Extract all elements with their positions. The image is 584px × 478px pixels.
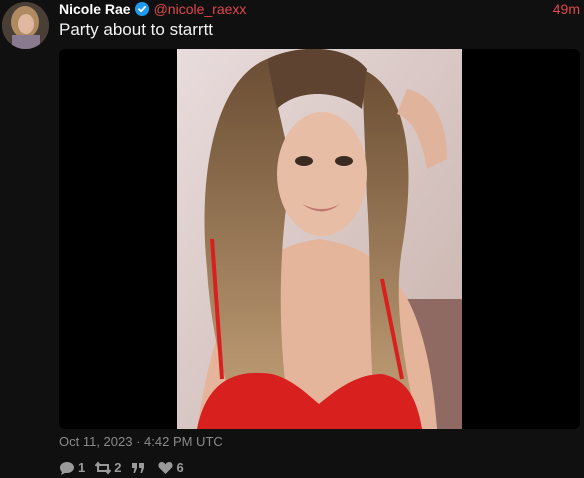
tweet-date[interactable]: Oct 11, 2023 · 4:42 PM UTC <box>59 434 223 449</box>
tweet-media[interactable] <box>59 49 580 429</box>
retweet-stat[interactable]: 2 <box>95 460 121 475</box>
tweet-header: Nicole Rae @nicole_raexx <box>59 0 246 18</box>
retweet-icon <box>95 460 112 475</box>
tweet-text: Party about to starrtt <box>59 20 214 39</box>
reply-icon <box>60 461 74 475</box>
author-avatar[interactable] <box>2 2 49 49</box>
retweet-count: 2 <box>114 460 122 475</box>
author-handle[interactable]: @nicole_raexx <box>154 1 247 17</box>
reply-stat[interactable]: 1 <box>59 460 85 475</box>
like-count: 6 <box>176 460 184 475</box>
quote-icon <box>132 462 145 473</box>
like-icon <box>158 461 173 474</box>
quote-stat[interactable] <box>131 461 148 475</box>
tweet-stats: 1 2 6 <box>59 460 194 475</box>
author-name[interactable]: Nicole Rae <box>59 1 131 17</box>
reply-count: 1 <box>78 460 86 475</box>
tweet-photo[interactable] <box>177 49 462 429</box>
tweet-timestamp-link[interactable]: 49m <box>553 0 580 18</box>
verified-badge-icon <box>134 2 149 16</box>
photo-image <box>177 49 462 429</box>
like-stat[interactable]: 6 <box>158 460 184 475</box>
avatar-image <box>2 2 49 49</box>
